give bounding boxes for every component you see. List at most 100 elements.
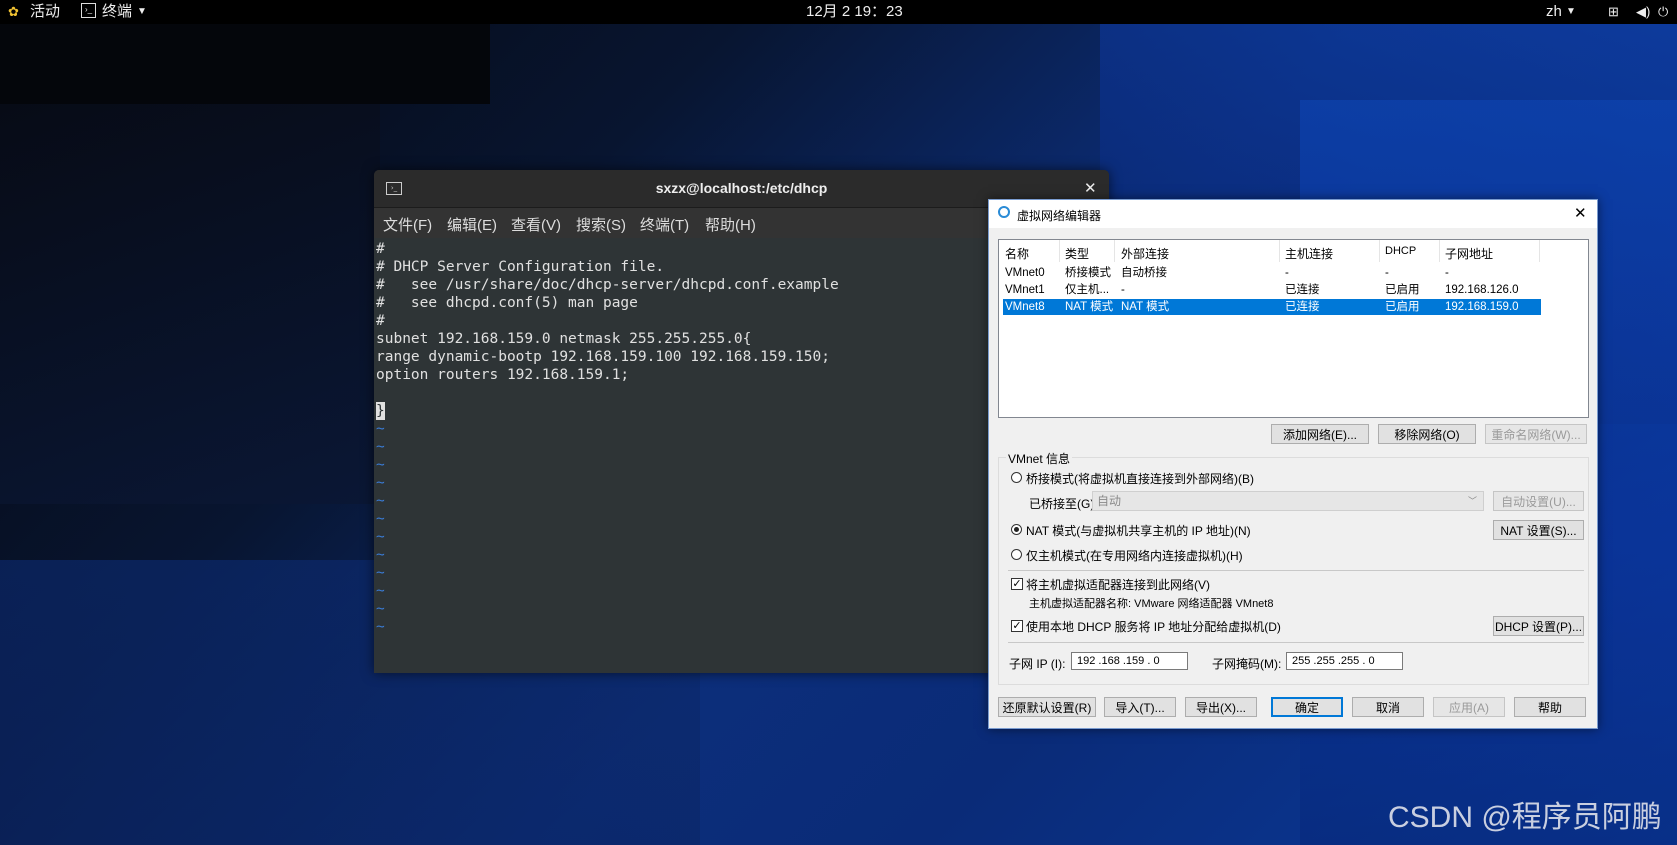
column-header[interactable]: 主机连接 — [1285, 245, 1333, 262]
chevron-down-icon[interactable]: ▼ — [1566, 3, 1576, 21]
cell-dhcp: - — [1385, 267, 1389, 279]
cell-subnet: 192.168.126.0 — [1445, 284, 1519, 296]
bridged-to-select[interactable]: 自动 ﹀ — [1092, 491, 1484, 511]
bridge-mode-label[interactable]: 桥接模式(将虚拟机直接连接到外部网络)(B) — [1026, 470, 1254, 487]
tilde-line: ~ — [376, 565, 385, 581]
cell-dhcp: 已启用 — [1385, 301, 1420, 313]
vmnet-list[interactable]: 名称 类型 外部连接 主机连接 DHCP 子网地址 VMnet0 桥接模式 自动… — [998, 239, 1589, 418]
column-header[interactable]: 类型 — [1065, 245, 1089, 262]
activities-button[interactable]: 活动 — [30, 3, 60, 21]
top-bar: ✿ 活动 ›_ 终端 ▼ 12月 2 19：23 zh ▼ ⊞ ◀) ⏻ — [0, 0, 1677, 24]
apply-button[interactable]: 应用(A) — [1433, 697, 1505, 717]
column-divider — [1059, 240, 1060, 262]
tilde-line: ~ — [376, 511, 385, 527]
bg-facet — [0, 104, 380, 504]
column-header[interactable]: 名称 — [1005, 245, 1029, 262]
cell-subnet: - — [1445, 267, 1449, 279]
import-button[interactable]: 导入(T)... — [1104, 697, 1176, 717]
dialog-title: 虚拟网络编辑器 — [1017, 209, 1102, 223]
bridged-to-label: 已桥接至(G): — [1029, 497, 1098, 511]
dhcp-settings-button[interactable]: DHCP 设置(P)... — [1493, 616, 1584, 636]
tilde-line: ~ — [376, 457, 385, 473]
terminal-cursor-line: } — [376, 402, 385, 420]
tilde-line: ~ — [376, 493, 385, 509]
ok-button[interactable]: 确定 — [1271, 697, 1343, 717]
terminal-line: option routers 192.168.159.1; — [376, 367, 630, 383]
rename-network-button[interactable]: 重命名网络(W)... — [1485, 424, 1587, 444]
column-header[interactable]: DHCP — [1385, 245, 1416, 257]
nat-mode-label[interactable]: NAT 模式(与虚拟机共享主机的 IP 地址)(N) — [1026, 522, 1251, 539]
close-icon[interactable]: ✕ — [1574, 204, 1587, 222]
cell-name: VMnet1 — [1005, 284, 1045, 296]
use-dhcp-label[interactable]: 使用本地 DHCP 服务将 IP 地址分配给虚拟机(D) — [1026, 618, 1281, 635]
tilde-line: ~ — [376, 583, 385, 599]
close-icon[interactable]: ✕ — [1084, 179, 1097, 197]
tilde-line: ~ — [376, 475, 385, 491]
add-network-button[interactable]: 添加网络(E)... — [1271, 424, 1369, 444]
language-indicator[interactable]: zh — [1546, 3, 1562, 21]
power-icon[interactable]: ⏻ — [1658, 3, 1668, 21]
terminal-app-icon: ›_ — [81, 3, 96, 18]
menu-help[interactable]: 帮助(H) — [705, 214, 756, 235]
column-divider — [1279, 240, 1280, 262]
dialog-titlebar[interactable]: 虚拟网络编辑器 ✕ — [989, 200, 1597, 228]
host-only-radio[interactable] — [1011, 549, 1022, 560]
column-header[interactable]: 子网地址 — [1445, 245, 1493, 262]
remove-network-button[interactable]: 移除网络(O) — [1378, 424, 1476, 444]
cancel-button[interactable]: 取消 — [1352, 697, 1424, 717]
use-dhcp-checkbox[interactable]: ✓ — [1011, 620, 1023, 632]
table-row-selected[interactable]: VMnet8 NAT 模式 NAT 模式 已连接 已启用 192.168.159… — [1003, 299, 1541, 315]
cell-type: 桥接模式 — [1065, 267, 1111, 279]
cell-dhcp: 已启用 — [1385, 284, 1420, 296]
menu-terminal[interactable]: 终端(T) — [640, 214, 689, 235]
cell-type: 仅主机... — [1065, 284, 1110, 296]
terminal-title: sxzx@localhost:/etc/dhcp — [655, 180, 828, 196]
bridge-mode-radio[interactable] — [1011, 472, 1022, 483]
clock[interactable]: 12月 2 19：23 — [806, 3, 903, 21]
cell-external: 自动桥接 — [1121, 267, 1167, 279]
nat-settings-button[interactable]: NAT 设置(S)... — [1493, 520, 1584, 540]
divider — [1008, 642, 1584, 643]
connect-adapter-label[interactable]: 将主机虚拟适配器连接到此网络(V) — [1026, 576, 1210, 593]
volume-icon[interactable]: ◀) — [1636, 3, 1650, 21]
chevron-down-icon: ﹀ — [1467, 496, 1477, 506]
table-row[interactable]: VMnet0 桥接模式 自动桥接 - - - — [1003, 265, 1541, 281]
table-row[interactable]: VMnet1 仅主机... - 已连接 已启用 192.168.126.0 — [1003, 282, 1541, 298]
column-divider — [1539, 240, 1540, 262]
host-only-label[interactable]: 仅主机模式(在专用网络内连接虚拟机)(H) — [1026, 547, 1243, 564]
network-icon[interactable]: ⊞ — [1608, 3, 1619, 21]
tilde-line: ~ — [376, 619, 385, 635]
subnet-ip-field[interactable]: 192 .168 .159 . 0 — [1071, 652, 1188, 670]
subnet-mask-field[interactable]: 255 .255 .255 . 0 — [1286, 652, 1403, 670]
column-header[interactable]: 外部连接 — [1121, 245, 1169, 262]
menu-edit[interactable]: 编辑(E) — [447, 214, 497, 235]
cell-host: 已连接 — [1285, 284, 1320, 296]
help-button[interactable]: 帮助 — [1514, 697, 1586, 717]
chevron-down-icon[interactable]: ▼ — [137, 3, 147, 21]
tilde-line: ~ — [376, 547, 385, 563]
nat-mode-radio[interactable] — [1011, 524, 1022, 535]
menu-file[interactable]: 文件(F) — [383, 214, 432, 235]
column-divider — [1114, 240, 1115, 262]
menu-search[interactable]: 搜索(S) — [576, 214, 626, 235]
tilde-line: ~ — [376, 421, 385, 437]
divider — [1008, 570, 1584, 571]
column-divider — [1379, 240, 1380, 262]
cell-external: - — [1121, 284, 1125, 296]
export-button[interactable]: 导出(X)... — [1185, 697, 1257, 717]
restore-defaults-button[interactable]: 还原默认设置(R) — [998, 697, 1096, 717]
auto-settings-button[interactable]: 自动设置(U)... — [1493, 491, 1584, 511]
connect-adapter-checkbox[interactable]: ✓ — [1011, 578, 1023, 590]
terminal-line: # — [376, 241, 385, 257]
app-menu-button[interactable]: 终端 — [102, 3, 132, 21]
cell-type: NAT 模式 — [1065, 301, 1114, 313]
watermark: CSDN @程序员阿鹏 — [1388, 801, 1662, 834]
activities-icon[interactable]: ✿ — [8, 3, 19, 21]
menu-view[interactable]: 查看(V) — [511, 214, 561, 235]
bg-facet — [0, 24, 490, 104]
tilde-line: ~ — [376, 601, 385, 617]
bridged-to-value: 自动 — [1097, 494, 1122, 508]
terminal-line: # DHCP Server Configuration file. — [376, 259, 665, 275]
terminal-line: subnet 192.168.159.0 netmask 255.255.255… — [376, 331, 752, 347]
subnet-ip-label: 子网 IP (I): — [1009, 657, 1066, 671]
